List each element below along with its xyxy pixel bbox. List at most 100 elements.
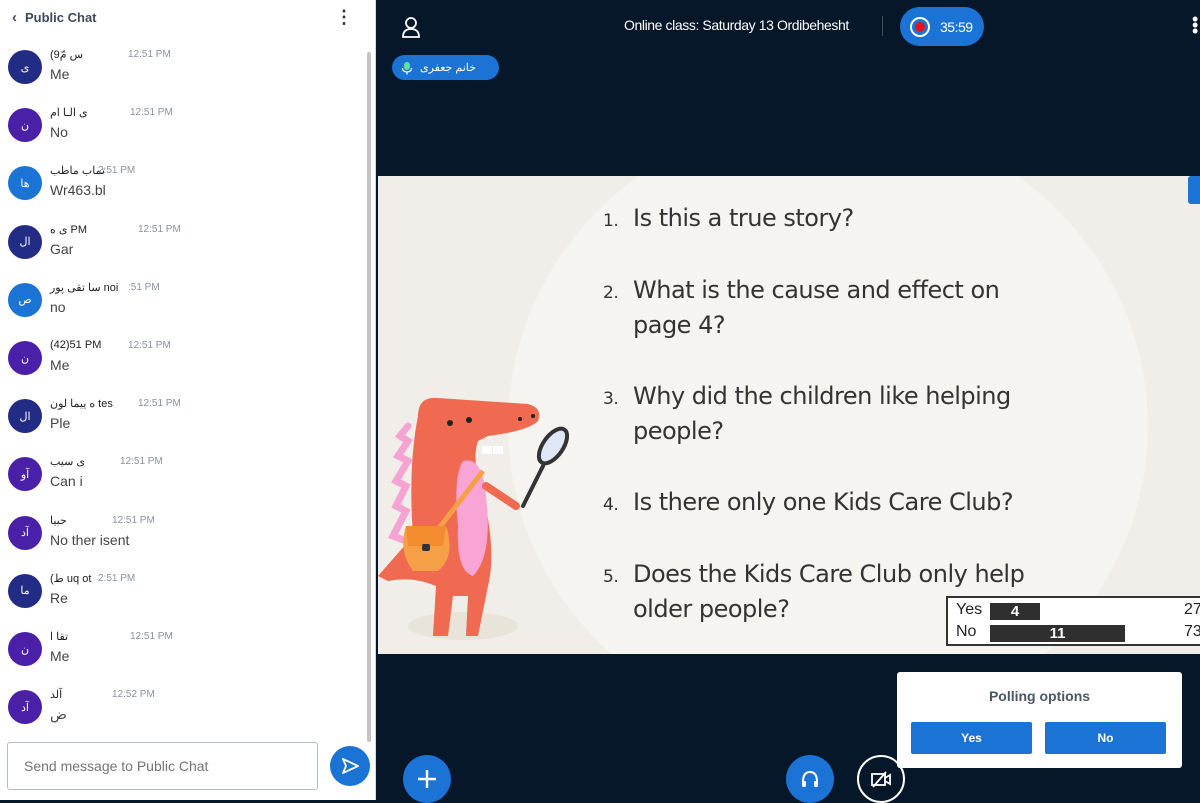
message-time: 12:51 PM (130, 107, 173, 119)
question-number: 5. (603, 567, 619, 587)
message-time: 12:51 PM (128, 340, 171, 351)
dinosaur-illustration (378, 397, 570, 640)
chevron-left-icon[interactable]: ‹ (12, 9, 17, 26)
avatar: ن (8, 632, 42, 666)
chat-message: آد آلد 12:52 PM ض (8, 684, 348, 734)
question-number: 2. (603, 283, 619, 303)
message-time: 2:51 PM (98, 572, 136, 584)
slide-side-tab[interactable] (1188, 176, 1200, 204)
chat-panel: ‹ Public Chat ⋮ ی (9س مّ 12:51 PM Me ن ی … (0, 0, 376, 800)
message-sender: حبیا (50, 514, 67, 527)
message-time: 12:51 PM (112, 514, 155, 526)
question-item: 4. Is there only one Kids Care Club? (603, 485, 1053, 523)
chat-message: آد حبیا 12:51 PM No ther isent (8, 510, 348, 560)
chat-message: ها تماب ماطب 2:51 PM Wr463.bl (8, 160, 348, 210)
talking-indicator: خانم جعفری (392, 55, 499, 80)
message-text: Gar (50, 240, 74, 257)
poll-result-bar: 4 (990, 603, 1040, 620)
message-text: Wr463.bl (50, 182, 106, 199)
question-item: 1. Is this a true story? (603, 201, 1053, 239)
poll-result-table: Yes 4 27 No 11 73 (946, 596, 1200, 646)
message-text: no (50, 298, 66, 315)
message-text: No (50, 124, 68, 141)
chat-message: ن ی الـا ام 12:51 PM No (8, 102, 348, 152)
chat-message: ن (42)51 PM 12:51 PM Me (8, 335, 348, 385)
send-button[interactable] (330, 746, 370, 786)
avatar: ن (8, 108, 42, 143)
message-text: Me (50, 648, 70, 664)
chat-message: ی (9س مّ 12:51 PM Me (8, 44, 348, 94)
message-time: 12:51 PM (138, 398, 181, 410)
message-time: :51 PM (128, 281, 160, 293)
question-item: 3. Why did the children like helping peop… (603, 379, 1053, 449)
message-list: ی (9س مّ 12:51 PM Me ن ی الـا ام 12:51 PM… (0, 44, 366, 734)
avatar: ها (8, 166, 42, 201)
chat-message: ال ی ه PM 12:51 PM Gar (8, 219, 348, 269)
poll-percent: 73 (1184, 623, 1200, 640)
question-text: Is there only one Kids Care Club? (633, 488, 1014, 516)
chat-message: آو ی سیب 12:51 PM Can i (8, 451, 348, 501)
plus-icon (418, 770, 436, 788)
poll-option-label: No (956, 623, 977, 640)
more-options-icon[interactable]: ⋮ (335, 7, 353, 28)
audio-button[interactable] (786, 755, 834, 803)
message-sender: تقا ا (50, 631, 69, 643)
video-off-icon (871, 771, 891, 788)
session-title: Online class: Saturday 13 Ordibehesht (624, 17, 849, 33)
avatar: آو (8, 457, 42, 492)
message-sender: ی الـا ام (50, 107, 88, 120)
poll-no-button[interactable]: No (1045, 722, 1166, 754)
avatar: ال (8, 399, 42, 434)
video-button[interactable] (857, 755, 905, 803)
poll-result-row: No 11 73 (948, 623, 1200, 643)
question-item: 2. What is the cause and effect on page 4… (603, 273, 1053, 343)
message-time: 12:51 PM (130, 631, 173, 642)
message-text: Me (50, 357, 70, 373)
message-sender: ه ییما لون tes (50, 398, 113, 411)
poll-result-row: Yes 4 27 (948, 601, 1200, 621)
message-sender: ی سیب (50, 456, 86, 469)
avatar: ما (8, 573, 42, 608)
message-sender: (42)51 PM (50, 339, 102, 351)
more-options-icon[interactable]: • • • (1192, 10, 1198, 40)
avatar: ی (8, 50, 42, 84)
chat-message: ص سا تقی پور noi :51 PM no (8, 277, 348, 327)
question-number: 4. (603, 495, 619, 515)
message-time: 12:52 PM (112, 689, 155, 701)
message-text: ض (50, 706, 67, 723)
message-time: 12:51 PM (138, 223, 181, 235)
message-text: Me (50, 66, 70, 82)
recording-indicator[interactable]: 35:59 (900, 7, 984, 46)
message-time: 2:51 PM (98, 165, 136, 177)
avatar: آد (8, 690, 42, 725)
divider (882, 16, 883, 36)
question-number: 3. (603, 389, 619, 409)
poll-percent: 27 (1184, 601, 1200, 618)
recording-time: 35:59 (940, 18, 973, 35)
message-sender: (9س مّ (50, 49, 84, 61)
message-sender: آلد (50, 689, 63, 702)
scrollbar[interactable] (367, 52, 371, 742)
chat-message: ن تقا ا 12:51 PM Me (8, 626, 348, 676)
presentation-slide: 1. Is this a true story? 2. What is the cau… (378, 176, 1200, 654)
actions-button[interactable] (403, 755, 451, 803)
question-text: Why did the children like helping people… (633, 382, 1011, 445)
microphone-icon (401, 61, 413, 74)
send-icon (342, 758, 359, 774)
message-sender: سا تقی پور noi (50, 281, 119, 294)
avatar: ال (8, 224, 42, 259)
message-sender: (ط uq ot (50, 572, 92, 585)
avatar: ن (8, 341, 42, 375)
chat-message-input[interactable] (7, 742, 318, 790)
question-text: What is the cause and effect on page 4? (633, 276, 1000, 339)
question-text: Is this a true story? (633, 204, 854, 232)
polling-options-panel: Polling options Yes No (897, 672, 1182, 768)
message-sender: ی ه PM (50, 223, 87, 236)
polling-options-title: Polling options (988, 688, 1091, 704)
avatar: ص (8, 282, 42, 317)
chat-message: ما (ط uq ot 2:51 PM Re (8, 568, 348, 618)
user-list-icon[interactable] (398, 14, 424, 40)
poll-yes-button[interactable]: Yes (911, 722, 1032, 754)
message-time: 12:51 PM (120, 456, 163, 468)
talker-name: خانم جعفری (420, 62, 476, 74)
